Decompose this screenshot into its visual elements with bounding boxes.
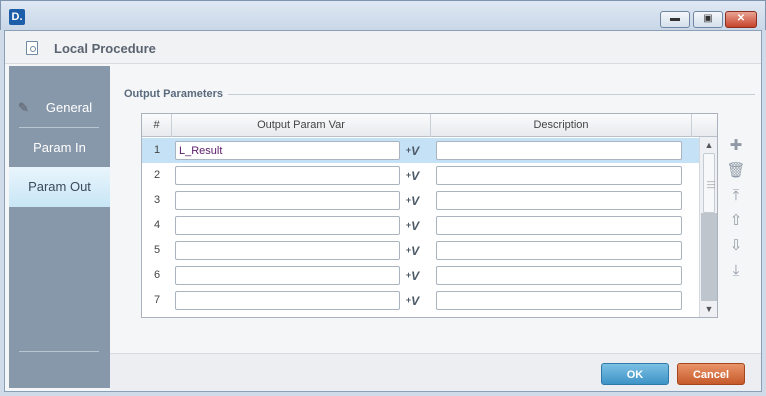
add-icon[interactable]: ✚ <box>726 136 746 156</box>
row-number: 4 <box>153 219 161 231</box>
title-bar: D. ▬ ▣ ✕ <box>0 0 766 30</box>
ok-button[interactable]: OK <box>601 363 669 385</box>
column-header-number[interactable]: # <box>142 114 172 137</box>
description-input[interactable] <box>436 241 682 260</box>
scroll-up-icon[interactable]: ▲ <box>702 139 716 151</box>
description-input[interactable] <box>436 291 682 310</box>
output-param-var-input[interactable] <box>175 241 400 260</box>
variable-picker-button[interactable]: +V <box>403 166 422 185</box>
table-row[interactable]: 4 +V <box>142 213 699 238</box>
output-param-var-input[interactable] <box>175 166 400 185</box>
variable-picker-button[interactable]: +V <box>403 216 422 235</box>
output-param-var-input[interactable] <box>175 266 400 285</box>
table-row[interactable]: 1 +V <box>142 138 699 163</box>
variable-picker-button[interactable]: +V <box>403 241 422 260</box>
section-divider <box>228 94 755 95</box>
cancel-button[interactable]: Cancel <box>677 363 745 385</box>
column-header-output-param-var[interactable]: Output Param Var <box>172 114 431 137</box>
row-number: 2 <box>153 169 161 181</box>
section-title: Output Parameters <box>124 88 224 100</box>
row-number: 3 <box>153 194 161 206</box>
variable-picker-button[interactable]: +V <box>403 291 422 310</box>
output-param-var-input[interactable] <box>175 191 400 210</box>
description-input[interactable] <box>436 266 682 285</box>
dialog-footer: OK Cancel <box>110 353 761 391</box>
output-param-var-input[interactable] <box>175 141 400 160</box>
sidebar-item-param-in[interactable]: Param In <box>9 128 110 168</box>
scroll-track[interactable] <box>701 213 717 301</box>
output-param-var-input[interactable] <box>175 216 400 235</box>
grid-header: # Output Param Var Description <box>142 114 717 137</box>
document-icon <box>26 41 38 55</box>
sidebar-item-general[interactable]: ✎ General <box>9 88 110 128</box>
row-number: 5 <box>153 244 161 256</box>
grid-scrollbar[interactable]: ▲ ― ― ― ▼ <box>699 137 717 317</box>
delete-icon[interactable]: 🗑 <box>726 161 746 181</box>
move-up-icon[interactable]: ⇧ <box>726 211 746 231</box>
output-param-var-input[interactable] <box>175 291 400 310</box>
sidebar-item-param-out[interactable]: Param Out <box>9 167 110 207</box>
row-number: 7 <box>153 294 161 306</box>
grip-icon: ― ― ― <box>707 177 715 192</box>
scroll-thumb[interactable]: ― ― ― <box>703 153 715 213</box>
sidebar: ✎ General Param In Param Out <box>9 66 110 388</box>
scroll-down-icon[interactable]: ▼ <box>702 303 716 315</box>
minimize-button[interactable]: ▬ <box>660 11 690 28</box>
row-number: 6 <box>153 269 161 281</box>
row-number: 1 <box>153 144 161 156</box>
close-button[interactable]: ✕ <box>725 11 757 28</box>
variable-picker-button[interactable]: +V <box>403 266 422 285</box>
app-icon: D. <box>9 9 25 25</box>
dialog-body: Local Procedure ✎ General Param In Param… <box>4 30 762 392</box>
maximize-button[interactable]: ▣ <box>693 11 723 28</box>
move-top-icon[interactable]: ⤒ <box>726 186 746 206</box>
table-row[interactable]: 7 +V <box>142 288 699 313</box>
description-input[interactable] <box>436 166 682 185</box>
variable-picker-button[interactable]: +V <box>403 141 422 160</box>
variable-picker-button[interactable]: +V <box>403 191 422 210</box>
column-header-description[interactable]: Description <box>431 114 692 137</box>
parameters-grid: # Output Param Var Description 1 +V 2 +V… <box>141 113 718 318</box>
table-row[interactable]: 2 +V <box>142 163 699 188</box>
description-input[interactable] <box>436 191 682 210</box>
sidebar-item-label: General <box>45 100 93 115</box>
page-title: Local Procedure <box>54 41 156 56</box>
table-row[interactable]: 3 +V <box>142 188 699 213</box>
move-bottom-icon[interactable]: ⤓ <box>726 261 746 281</box>
main-content: Output Parameters # Output Param Var Des… <box>110 66 761 353</box>
move-down-icon[interactable]: ⇩ <box>726 236 746 256</box>
description-input[interactable] <box>436 141 682 160</box>
table-row[interactable]: 5 +V <box>142 238 699 263</box>
table-row[interactable]: 6 +V <box>142 263 699 288</box>
description-input[interactable] <box>436 216 682 235</box>
sidebar-item-label: Param Out <box>28 179 91 194</box>
sidebar-item-label: Param In <box>33 140 86 155</box>
dialog-header: Local Procedure <box>5 31 761 64</box>
sidebar-divider <box>19 351 99 352</box>
